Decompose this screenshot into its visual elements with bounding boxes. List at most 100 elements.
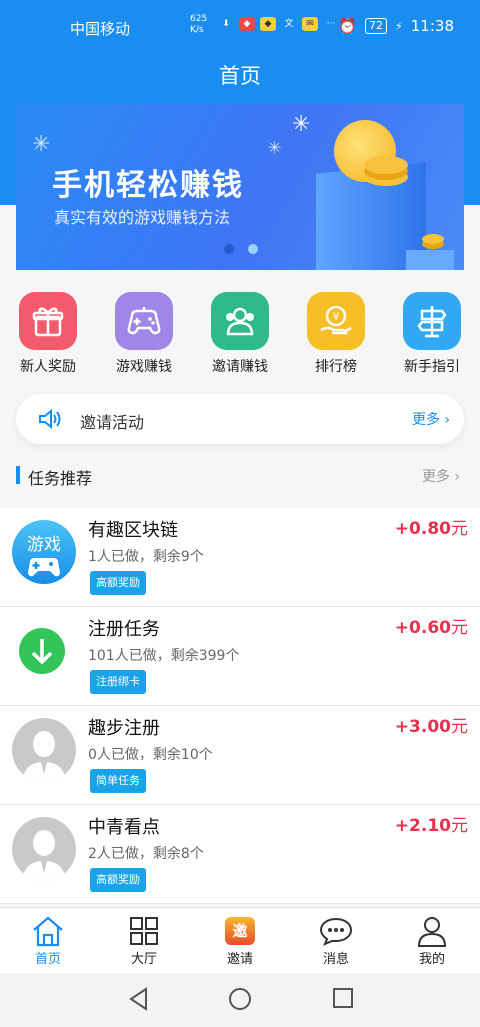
- signpost-icon: [403, 292, 461, 350]
- notification-icons: ⬇ ◆ ◆ 文 ✉ ···: [218, 17, 339, 31]
- grid-item-beginner-guide[interactable]: 新手指引: [384, 292, 480, 376]
- tab-hall[interactable]: 大厅: [96, 914, 192, 967]
- invite-badge-icon: 邀: [192, 914, 288, 948]
- reward-unit: 元: [451, 519, 468, 539]
- back-icon[interactable]: [128, 987, 150, 1015]
- sparkle-icon: ✳: [268, 138, 282, 157]
- task-name: 中青看点: [88, 817, 160, 838]
- recents-icon[interactable]: [332, 987, 354, 1013]
- promo-banner[interactable]: ✳ ✳ ✳ 手机轻松赚钱 真实有效的游戏赚钱方法: [16, 104, 464, 270]
- pagination-dot[interactable]: [224, 244, 234, 254]
- bottom-tab-bar: 首页 大厅 邀 邀请 消息 我的: [0, 907, 480, 973]
- reward-amount: +0.60: [394, 618, 451, 638]
- section-accent-bar: [16, 466, 20, 484]
- invite-activity-bar[interactable]: 邀请活动 更多 ›: [16, 394, 464, 444]
- more-label: 更多: [421, 469, 450, 485]
- home-circle-icon[interactable]: [228, 987, 252, 1015]
- task-reward: +0.60元: [395, 613, 468, 638]
- tab-messages[interactable]: 消息: [288, 914, 384, 967]
- banner-headline: 手机轻松赚钱: [52, 168, 244, 203]
- app-notification-icon: ◆: [239, 17, 255, 31]
- task-section-header: 任务推荐 更多 ›: [16, 462, 464, 490]
- invite-activity-more-link[interactable]: 更多 ›: [412, 409, 450, 429]
- task-reward: +0.80元: [395, 514, 468, 539]
- avatar-text: 游戏: [27, 535, 61, 555]
- grid-item-leaderboard[interactable]: ¥ 排行榜: [288, 292, 384, 376]
- tab-label: 我的: [418, 952, 445, 967]
- task-name: 有趣区块链: [88, 520, 178, 541]
- task-tag: 注册绑卡: [90, 670, 146, 694]
- page-title: 首页: [219, 64, 261, 88]
- cube-graphic: [406, 250, 454, 270]
- grid-item-label: 邀请赚钱: [212, 359, 268, 375]
- alarm-icon: ⏰: [338, 17, 358, 35]
- tab-home[interactable]: 首页: [0, 914, 96, 967]
- task-tag: 简单任务: [90, 769, 146, 793]
- download-icon: [19, 628, 65, 674]
- task-item[interactable]: 中青看点 2人已做，剩余8个 高额奖励 +2.10元: [0, 805, 480, 904]
- download-avatar: [12, 619, 76, 683]
- battery-level: 72: [365, 18, 388, 34]
- task-item[interactable]: 游戏 有趣区块链 1人已做，剩余9个 高额奖励 +0.80元: [0, 508, 480, 607]
- task-reward: +3.00元: [395, 712, 468, 737]
- network-speed-value: 625: [190, 14, 208, 24]
- tab-label: 大厅: [130, 952, 157, 967]
- gift-icon: [19, 292, 77, 350]
- status-bar: 中国移动 625 K/s ⬇ ◆ ◆ 文 ✉ ··· ⏰ 72 ⚡ 11:38: [0, 0, 480, 52]
- grid-icon: [96, 914, 192, 948]
- svg-text:¥: ¥: [333, 310, 340, 323]
- tab-label: 消息: [322, 952, 349, 967]
- carrier-label: 中国移动: [70, 20, 131, 38]
- feature-grid: 新人奖励 游戏赚钱 邀请赚钱 ¥ 排行榜 新手指引: [0, 292, 480, 380]
- grid-item-game-earn[interactable]: 游戏赚钱: [96, 292, 192, 376]
- invite-badge-text: 邀: [225, 917, 255, 945]
- pagination-dot[interactable]: [248, 244, 258, 254]
- person-avatar: [12, 718, 76, 782]
- coin-stack-graphic: [364, 156, 408, 174]
- reward-unit: 元: [451, 717, 468, 737]
- translate-icon: 文: [284, 19, 294, 29]
- more-icon: ···: [326, 19, 336, 29]
- default-user-icon: [22, 830, 66, 881]
- charging-icon: ⚡: [395, 19, 403, 33]
- home-icon: [0, 914, 96, 948]
- grid-item-invite-earn[interactable]: 邀请赚钱: [192, 292, 288, 376]
- network-speed-unit: K/s: [190, 25, 204, 35]
- grid-item-label: 新人奖励: [20, 359, 76, 375]
- task-name: 趣步注册: [88, 718, 160, 739]
- game-avatar: 游戏: [12, 520, 76, 584]
- more-label: 更多: [411, 412, 440, 428]
- system-navigation-bar: [0, 973, 480, 1027]
- task-tag: 高额奖励: [90, 571, 146, 595]
- gamepad-icon: [115, 292, 173, 350]
- tab-label: 邀请: [226, 952, 253, 967]
- sparkle-icon: ✳: [32, 132, 51, 157]
- tab-profile[interactable]: 我的: [384, 914, 480, 967]
- reward-amount: +3.00: [394, 717, 451, 737]
- section-title: 任务推荐: [28, 469, 93, 488]
- network-speed: 625 K/s: [190, 14, 207, 36]
- task-tag: 高额奖励: [90, 868, 146, 892]
- clock: 11:38: [410, 17, 454, 35]
- default-user-icon: [22, 731, 66, 782]
- chevron-right-icon: ›: [454, 469, 460, 485]
- task-progress: 101人已做，剩余399个: [88, 648, 240, 664]
- grid-item-new-user-reward[interactable]: 新人奖励: [0, 292, 96, 376]
- app-notification-icon: ◆: [260, 17, 276, 31]
- reward-amount: +2.10: [394, 816, 451, 836]
- task-progress: 1人已做，剩余9个: [88, 549, 204, 565]
- task-name: 注册任务: [88, 619, 160, 640]
- grid-item-label: 排行榜: [315, 359, 357, 375]
- task-item[interactable]: 趣步注册 0人已做，剩余10个 简单任务 +3.00元: [0, 706, 480, 805]
- task-progress: 0人已做，剩余10个: [88, 747, 213, 763]
- tab-label: 首页: [34, 952, 61, 967]
- person-avatar: [12, 817, 76, 881]
- task-item[interactable]: 注册任务 101人已做，剩余399个 注册绑卡 +0.60元: [0, 607, 480, 706]
- banner-pagination: [224, 244, 258, 254]
- tab-invite[interactable]: 邀 邀请: [192, 914, 288, 967]
- section-more-link[interactable]: 更多 ›: [422, 466, 460, 486]
- invite-activity-text: 邀请活动: [80, 413, 145, 432]
- banner-subline: 真实有效的游戏赚钱方法: [54, 208, 231, 227]
- status-right: ⏰ 72 ⚡ 11:38: [338, 17, 454, 35]
- gamepad-icon: [28, 558, 60, 577]
